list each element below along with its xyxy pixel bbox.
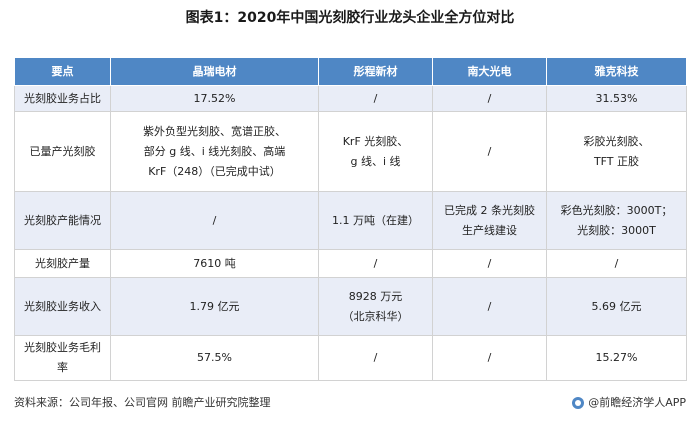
- table-row: 光刻胶业务毛利率 57.5% / / 15.27%: [14, 335, 687, 381]
- table-cell: 7610 吨: [110, 249, 319, 278]
- table-cell: 5.69 亿元: [546, 277, 687, 336]
- header-cell-tongcheng: 彤程新材: [318, 57, 433, 86]
- cell-text: 1.79 亿元: [189, 299, 240, 313]
- cell-text: 生产线建设: [462, 223, 517, 237]
- table-cell: /: [318, 335, 433, 381]
- row-label: 光刻胶业务收入: [14, 277, 111, 336]
- table-cell: 紫外负型光刻胶、宽谱正胶、 部分 g 线、i 线光刻胶、高端 KrF（248）（…: [110, 111, 319, 192]
- table-cell: /: [432, 249, 547, 278]
- cell-text: 部分 g 线、i 线光刻胶、高端: [143, 144, 286, 158]
- table-cell: 彩色光刻胶：3000T； 光刻胶：3000T: [546, 191, 687, 250]
- table-row: 光刻胶产能情况 / 1.1 万吨（在建） 已完成 2 条光刻胶 生产线建设 彩色…: [14, 191, 687, 250]
- cell-text: /: [373, 351, 378, 364]
- cell-text: TFT 正胶: [593, 154, 640, 168]
- cell-text: /: [487, 144, 492, 158]
- table-cell: /: [432, 111, 547, 192]
- table-cell: 17.52%: [110, 85, 319, 112]
- cell-text: 8928 万元: [348, 289, 403, 303]
- table-cell: 15.27%: [546, 335, 687, 381]
- cell-text: 光刻胶：3000T: [577, 223, 656, 237]
- table-row: 光刻胶业务收入 1.79 亿元 8928 万元 （北京科华） / 5.69 亿元: [14, 277, 687, 336]
- brand-logo-icon: [572, 397, 585, 409]
- cell-text: /: [487, 351, 492, 364]
- cell-text: /: [614, 256, 619, 270]
- cell-text: /: [487, 299, 492, 313]
- table-cell: /: [318, 85, 433, 112]
- table-cell: 8928 万元 （北京科华）: [318, 277, 433, 336]
- table-cell: 彩胶光刻胶、 TFT 正胶: [546, 111, 687, 192]
- table-cell: /: [432, 85, 547, 112]
- table-cell: /: [546, 249, 687, 278]
- cell-text: g 线、i 线: [350, 154, 401, 168]
- cell-text: KrF 光刻胶、: [342, 134, 409, 148]
- table-cell: 已完成 2 条光刻胶 生产线建设: [432, 191, 547, 250]
- table-cell: 1.1 万吨（在建）: [318, 191, 433, 250]
- source-note: 资料来源：公司年报、公司官网 前瞻产业研究院整理: [14, 396, 271, 409]
- cell-text: /: [487, 256, 492, 270]
- table-cell: 57.5%: [110, 335, 319, 381]
- cell-text: KrF（248）（已完成中试）: [148, 164, 281, 178]
- row-label: 光刻胶产量: [14, 249, 111, 278]
- table-cell: 31.53%: [546, 85, 687, 112]
- table-cell: /: [318, 249, 433, 278]
- cell-text: 彩色光刻胶：3000T；: [560, 203, 673, 217]
- row-label: 光刻胶业务毛利率: [14, 335, 111, 381]
- cell-text: 17.52%: [193, 91, 236, 105]
- table-cell: /: [432, 335, 547, 381]
- table-cell: KrF 光刻胶、 g 线、i 线: [318, 111, 433, 192]
- cell-text: /: [487, 91, 492, 105]
- cell-text: 57.5%: [197, 351, 232, 364]
- table-cell: /: [432, 277, 547, 336]
- brand-text: @前瞻经济学人APP: [588, 396, 686, 409]
- brand-credit: @前瞻经济学人APP: [572, 394, 686, 412]
- header-cell-nanda: 南大光电: [432, 57, 547, 86]
- page-title: 图表1：2020年中国光刻胶行业龙头企业全方位对比: [185, 10, 515, 26]
- header-cell-aspect: 要点: [14, 57, 111, 86]
- table-row: 光刻胶业务占比 17.52% / / 31.53%: [14, 85, 687, 112]
- comparison-table: 要点 晶瑞电材 彤程新材 南大光电 雅克科技 光刻胶业务占比 17.52% / …: [14, 57, 687, 381]
- cell-text: 31.53%: [595, 91, 638, 105]
- table-header-row: 要点 晶瑞电材 彤程新材 南大光电 雅克科技: [14, 57, 687, 86]
- cell-text: /: [373, 91, 378, 105]
- cell-text: （北京科华）: [342, 309, 409, 323]
- row-label: 光刻胶产能情况: [14, 191, 111, 250]
- table-row: 光刻胶产量 7610 吨 / / /: [14, 249, 687, 278]
- cell-text: /: [373, 256, 378, 270]
- row-label: 光刻胶业务占比: [14, 85, 111, 112]
- table-row: 已量产光刻胶 紫外负型光刻胶、宽谱正胶、 部分 g 线、i 线光刻胶、高端 Kr…: [14, 111, 687, 192]
- cell-text: 15.27%: [595, 351, 638, 364]
- table-cell: /: [110, 191, 319, 250]
- header-cell-yake: 雅克科技: [546, 57, 687, 86]
- header-cell-jingrui: 晶瑞电材: [110, 57, 319, 86]
- cell-text: 7610 吨: [193, 256, 236, 270]
- cell-text: 紫外负型光刻胶、宽谱正胶、: [143, 124, 286, 138]
- cell-text: 5.69 亿元: [591, 299, 642, 313]
- cell-text: 彩胶光刻胶、: [583, 134, 650, 148]
- table-cell: 1.79 亿元: [110, 277, 319, 336]
- cell-text: 已完成 2 条光刻胶: [444, 203, 535, 217]
- cell-text: 1.1 万吨（在建）: [332, 213, 419, 227]
- row-label: 已量产光刻胶: [14, 111, 111, 192]
- cell-text: /: [212, 213, 217, 227]
